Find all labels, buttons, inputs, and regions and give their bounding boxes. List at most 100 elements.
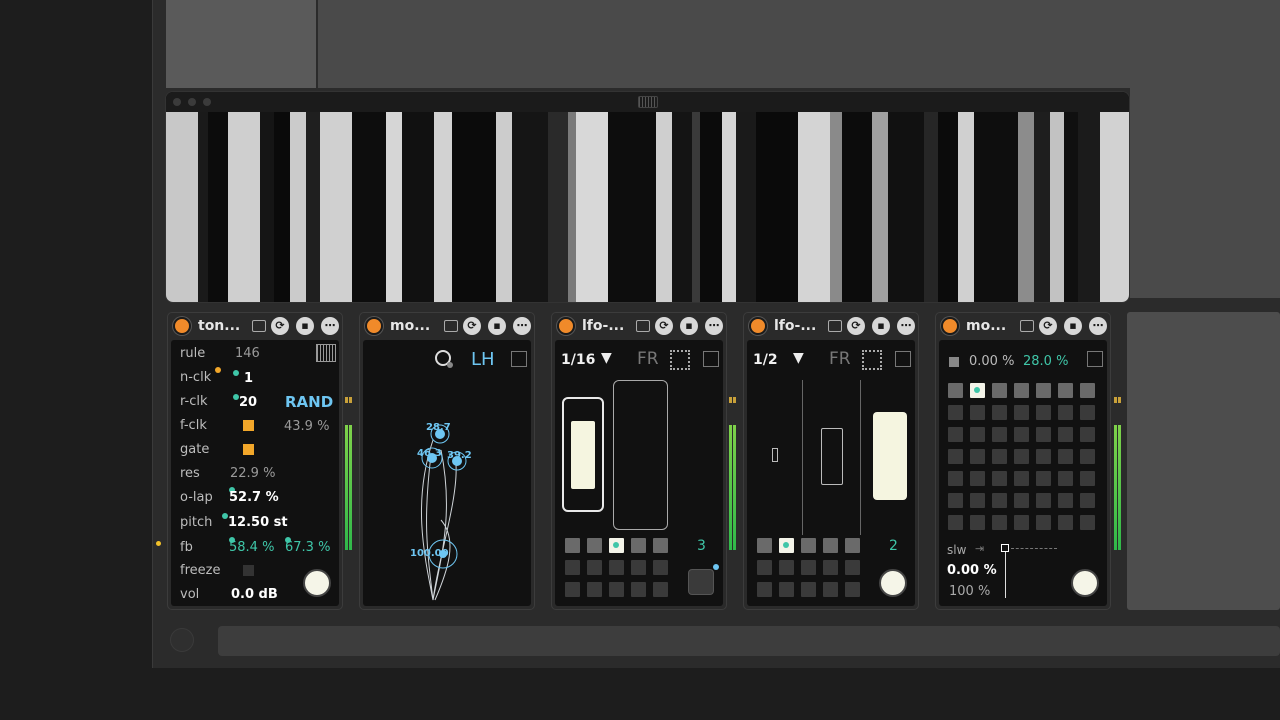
fclk-value[interactable]: 43.9 % [284,419,329,434]
refresh-icon[interactable]: ⟳ [847,317,865,335]
piano-icon[interactable] [316,344,336,362]
grid-cell[interactable] [1014,471,1029,486]
grid-cell[interactable] [992,493,1007,508]
device-header[interactable]: ton... ⟳ ▪ ⋯ [168,313,342,339]
rclk-mode-button[interactable]: RAND [285,393,333,411]
calendar-icon[interactable] [828,320,842,332]
freeze-toggle[interactable] [243,565,254,576]
lfo-slider-2[interactable] [821,428,843,485]
step-pad[interactable] [587,582,602,597]
grid-cell[interactable] [970,405,985,420]
grid-cell[interactable] [1080,493,1095,508]
grid-cell[interactable] [1058,405,1073,420]
grid-cell[interactable] [1080,383,1095,398]
lfo-slider-2[interactable] [613,380,668,530]
fb-value-1[interactable]: 58.4 % [229,540,274,555]
device-header[interactable]: mo... ⟳ ▪ ⋯ [936,313,1110,339]
lfo-slider-3[interactable] [873,412,907,500]
device-power-button[interactable] [557,317,575,335]
res-value[interactable]: 22.9 % [230,466,275,481]
grid-cell[interactable] [948,405,963,420]
device-header[interactable]: mo... ⟳ ▪ ⋯ [360,313,534,339]
step-pad[interactable] [631,582,646,597]
save-icon[interactable]: ▪ [872,317,890,335]
grid-cell[interactable] [1014,493,1029,508]
grid-cell[interactable] [970,493,985,508]
trigger-button[interactable] [303,569,331,597]
device-header[interactable]: lfo-... ⟳ ▪ ⋯ [552,313,726,339]
rate-dropdown-icon[interactable]: ▼ [601,350,612,366]
vol-value[interactable]: 0.0 dB [231,587,278,602]
grid-cell[interactable] [948,383,963,398]
step-pad[interactable] [801,560,816,575]
pitch-value[interactable]: 12.50 st [228,515,288,530]
window-icon[interactable] [895,351,911,367]
more-icon[interactable]: ⋯ [1089,317,1107,335]
grid-cell[interactable] [1014,449,1029,464]
more-icon[interactable]: ⋯ [513,317,531,335]
step-pad[interactable] [823,538,838,553]
step-pad[interactable] [845,582,860,597]
window-icon[interactable] [703,351,719,367]
step-pad[interactable] [653,582,668,597]
refresh-icon[interactable]: ⟳ [271,317,289,335]
grid-cell[interactable] [992,471,1007,486]
nclk-value[interactable]: 1 [244,371,253,386]
trigger-button[interactable] [879,569,907,597]
info-icon[interactable] [170,628,194,652]
more-icon[interactable]: ⋯ [321,317,339,335]
value-2[interactable]: 28.0 % [1023,354,1068,369]
clip-slot[interactable] [166,0,316,88]
lfo-slider-1[interactable] [772,448,778,462]
save-icon[interactable]: ▪ [488,317,506,335]
refresh-icon[interactable]: ⟳ [1039,317,1057,335]
window-icon[interactable] [1087,351,1103,367]
grid-cell[interactable] [992,405,1007,420]
step-pad[interactable] [653,560,668,575]
grid-cell[interactable] [948,471,963,486]
step-count[interactable]: 3 [697,538,706,554]
calendar-icon[interactable] [444,320,458,332]
grid-cell[interactable] [1080,515,1095,530]
fclk-toggle[interactable] [243,420,254,431]
step-pad[interactable] [565,560,580,575]
bars-icon[interactable] [949,357,959,367]
fb-value-2[interactable]: 67.3 % [285,540,330,555]
save-icon[interactable]: ▪ [1064,317,1082,335]
grid-cell[interactable] [1036,405,1051,420]
mode-toggle[interactable]: FR [637,349,659,369]
grid-cell[interactable] [970,449,985,464]
step-pad[interactable] [609,582,624,597]
lh-toggle[interactable]: LH [471,349,495,370]
grid-cell[interactable] [1080,449,1095,464]
calendar-icon[interactable] [252,320,266,332]
step-pad[interactable] [823,582,838,597]
zoom-window-button[interactable] [203,98,211,106]
step-count[interactable]: 2 [889,538,898,554]
refresh-icon[interactable]: ⟳ [463,317,481,335]
step-pad[interactable] [801,538,816,553]
grid-cell[interactable] [1014,515,1029,530]
rate-value[interactable]: 1/16 [561,352,595,368]
grid-cell[interactable] [1014,427,1029,442]
calendar-icon[interactable] [1020,320,1034,332]
visualizer-titlebar[interactable] [166,92,1129,112]
grid-cell[interactable] [948,427,963,442]
grid-cell[interactable] [992,427,1007,442]
slw-handle[interactable] [1001,544,1009,552]
more-icon[interactable]: ⋯ [705,317,723,335]
grid-cell[interactable] [970,471,985,486]
step-pad[interactable] [565,582,580,597]
step-pad[interactable] [631,538,646,553]
grid-cell[interactable] [1014,405,1029,420]
step-pad[interactable] [757,560,772,575]
step-pad[interactable] [757,538,772,553]
grid-cell[interactable] [1036,493,1051,508]
grid-cell[interactable] [992,383,1007,398]
grid-cell[interactable] [1080,405,1095,420]
grid-cell[interactable] [1036,471,1051,486]
minimize-window-button[interactable] [188,98,196,106]
calendar-icon[interactable] [636,320,650,332]
device-power-button[interactable] [749,317,767,335]
grid-cell[interactable] [1036,383,1051,398]
